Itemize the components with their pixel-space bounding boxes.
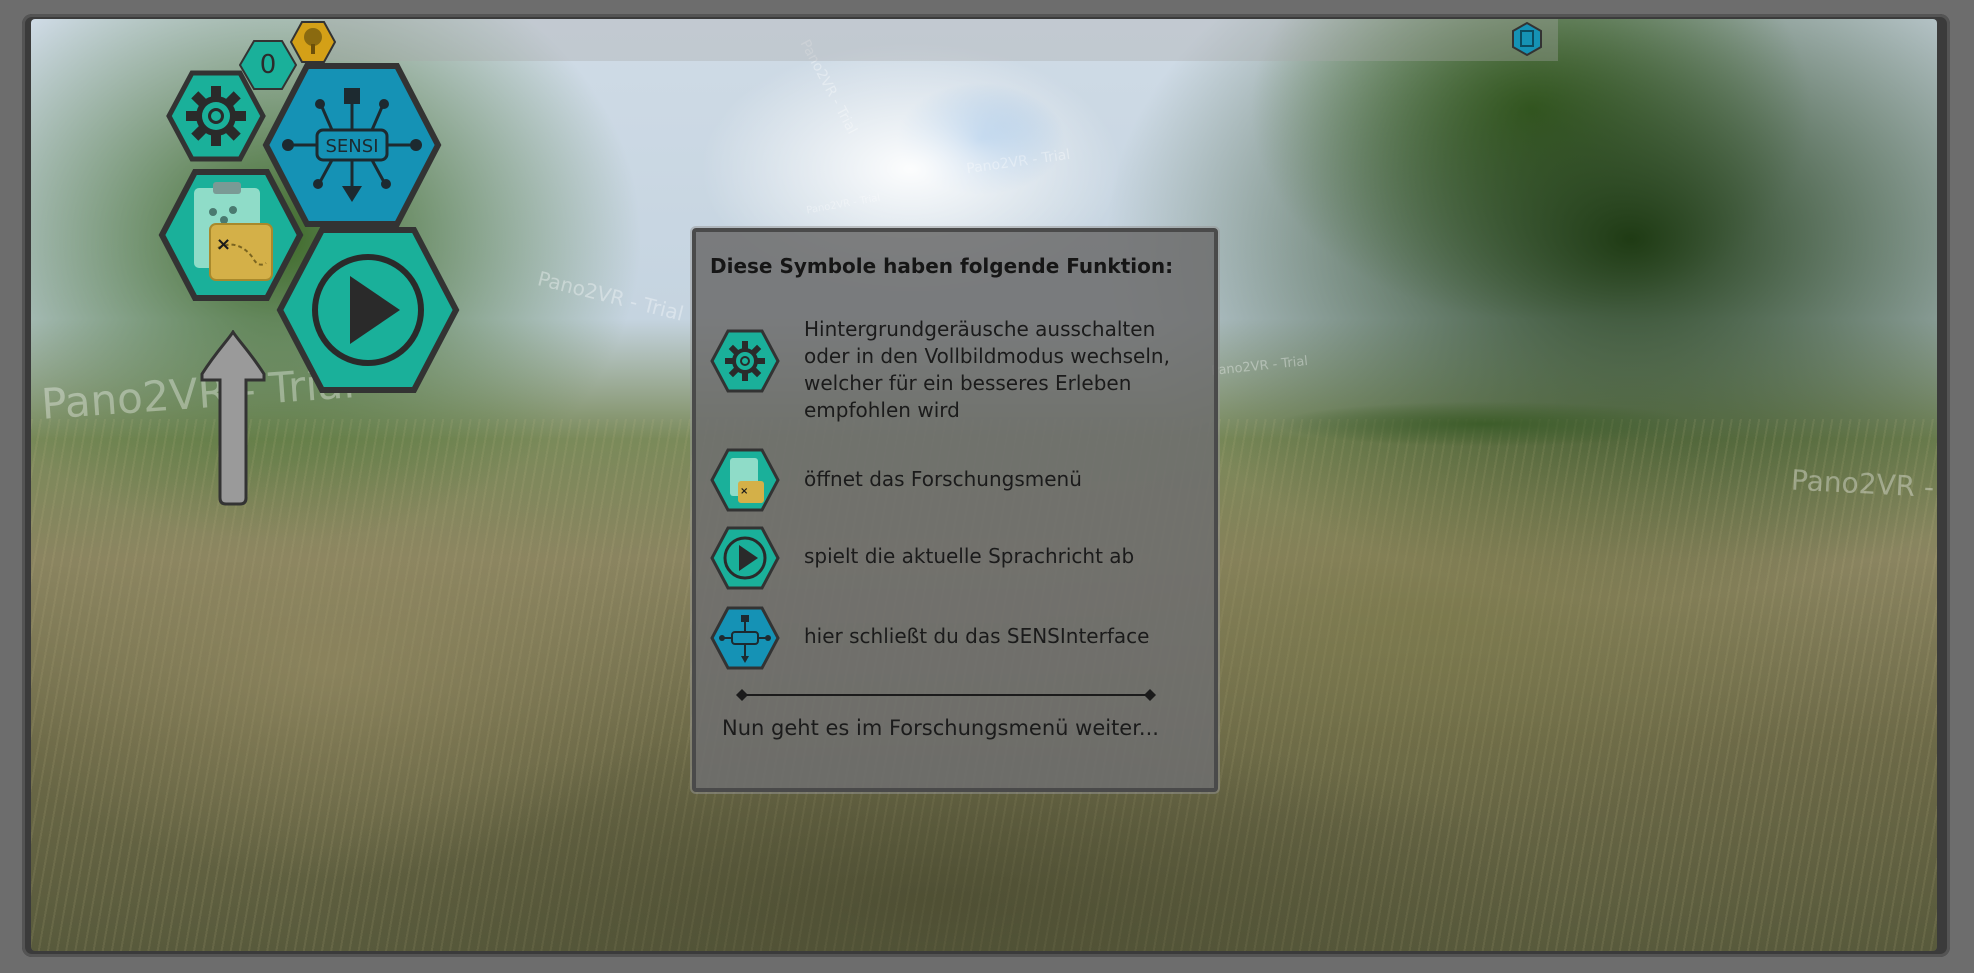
divider (736, 689, 1156, 701)
gear-icon (710, 329, 780, 393)
info-dialog: Diese Symbole haben folgende Funktion: H… (692, 228, 1218, 792)
watermark: Pano2VR - Trial (535, 266, 687, 326)
play-icon (710, 526, 780, 590)
svg-text:×: × (216, 234, 231, 255)
dialog-title: Diese Symbole haben folgende Funktion: (710, 254, 1174, 278)
dialog-item-research-text: öffnet das Forschungsmenü (804, 467, 1082, 491)
arrow-up-icon[interactable] (198, 330, 268, 506)
top-bar (312, 19, 1558, 61)
dialog-footer: Nun geht es im Forschungsmenü weiter... (722, 716, 1159, 740)
tree-line (1211, 389, 1761, 449)
clipboard-map-icon: × (710, 448, 780, 512)
dialog-item-play-text: spielt die aktuelle Sprachricht ab (804, 544, 1135, 568)
document-icon[interactable] (1510, 22, 1544, 56)
dialog-item-sensi-text: hier schließt du das SENSInterface (804, 624, 1150, 648)
dialog-item-settings-text: Hintergrundgeräusche ausschalten oder in… (804, 317, 1170, 422)
watermark: Pano2VR - Trial (1210, 353, 1309, 380)
gear-icon (186, 86, 246, 146)
watermark: Pano2VR - Trial (805, 192, 882, 217)
watermark: Pano2VR - Trial (965, 146, 1072, 178)
settings-button[interactable] (166, 70, 266, 162)
circuit-icon (710, 606, 780, 670)
svg-text:×: × (740, 486, 748, 497)
sensi-label: SENSI (326, 136, 379, 157)
play-button[interactable] (276, 226, 460, 394)
